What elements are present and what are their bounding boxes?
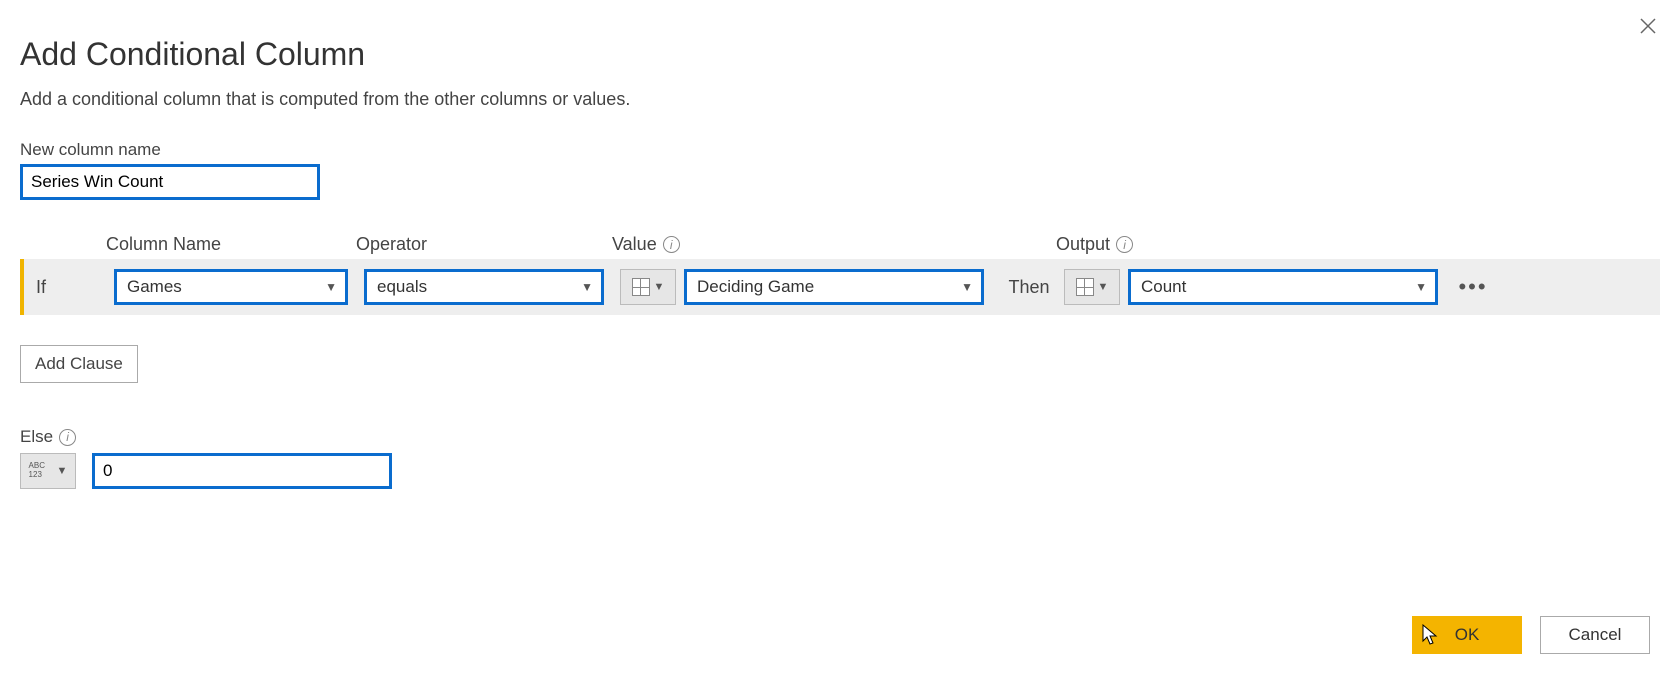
dialog-title: Add Conditional Column xyxy=(20,36,1660,73)
new-column-name-input[interactable] xyxy=(20,164,320,200)
add-clause-button[interactable]: Add Clause xyxy=(20,345,138,383)
value-type-selector[interactable]: ▼ xyxy=(620,269,676,305)
else-value-input[interactable] xyxy=(92,453,392,489)
else-type-selector[interactable]: ABC123 ▼ xyxy=(20,453,76,489)
if-label: If xyxy=(32,277,114,298)
condition-row: If Games ▼ equals ▼ ▼ Deciding Game ▼ Th… xyxy=(20,259,1660,315)
header-value: Value xyxy=(612,234,657,255)
info-icon[interactable]: i xyxy=(1116,236,1133,253)
header-output: Output xyxy=(1056,234,1110,255)
chevron-down-icon: ▼ xyxy=(325,280,337,294)
ok-button[interactable]: OK xyxy=(1412,616,1522,654)
info-icon[interactable]: i xyxy=(663,236,680,253)
info-icon[interactable]: i xyxy=(59,429,76,446)
column-name-value: Games xyxy=(127,277,182,297)
value-dropdown[interactable]: Deciding Game ▼ xyxy=(684,269,984,305)
then-label: Then xyxy=(994,277,1064,298)
abc123-icon: ABC123 xyxy=(29,461,53,481)
new-column-name-label: New column name xyxy=(20,140,1660,160)
output-value: Count xyxy=(1141,277,1186,297)
operator-value: equals xyxy=(377,277,427,297)
chevron-down-icon: ▼ xyxy=(57,465,68,477)
output-type-selector[interactable]: ▼ xyxy=(1064,269,1120,305)
cursor-icon xyxy=(1422,624,1438,646)
else-label: Else xyxy=(20,427,53,447)
chevron-down-icon: ▼ xyxy=(1098,281,1109,293)
dialog-subtitle: Add a conditional column that is compute… xyxy=(20,89,1660,110)
chevron-down-icon: ▼ xyxy=(654,281,665,293)
chevron-down-icon: ▼ xyxy=(1415,280,1427,294)
operator-dropdown[interactable]: equals ▼ xyxy=(364,269,604,305)
column-icon xyxy=(632,278,650,296)
header-operator: Operator xyxy=(356,234,612,255)
cancel-button[interactable]: Cancel xyxy=(1540,616,1650,654)
value-value: Deciding Game xyxy=(697,277,814,297)
close-icon xyxy=(1639,17,1657,35)
ok-label: OK xyxy=(1455,625,1480,644)
column-name-dropdown[interactable]: Games ▼ xyxy=(114,269,348,305)
chevron-down-icon: ▼ xyxy=(581,280,593,294)
more-options-button[interactable]: ••• xyxy=(1448,274,1498,300)
close-button[interactable] xyxy=(1634,12,1662,40)
column-icon xyxy=(1076,278,1094,296)
header-column-name: Column Name xyxy=(106,234,356,255)
output-dropdown[interactable]: Count ▼ xyxy=(1128,269,1438,305)
chevron-down-icon: ▼ xyxy=(961,280,973,294)
